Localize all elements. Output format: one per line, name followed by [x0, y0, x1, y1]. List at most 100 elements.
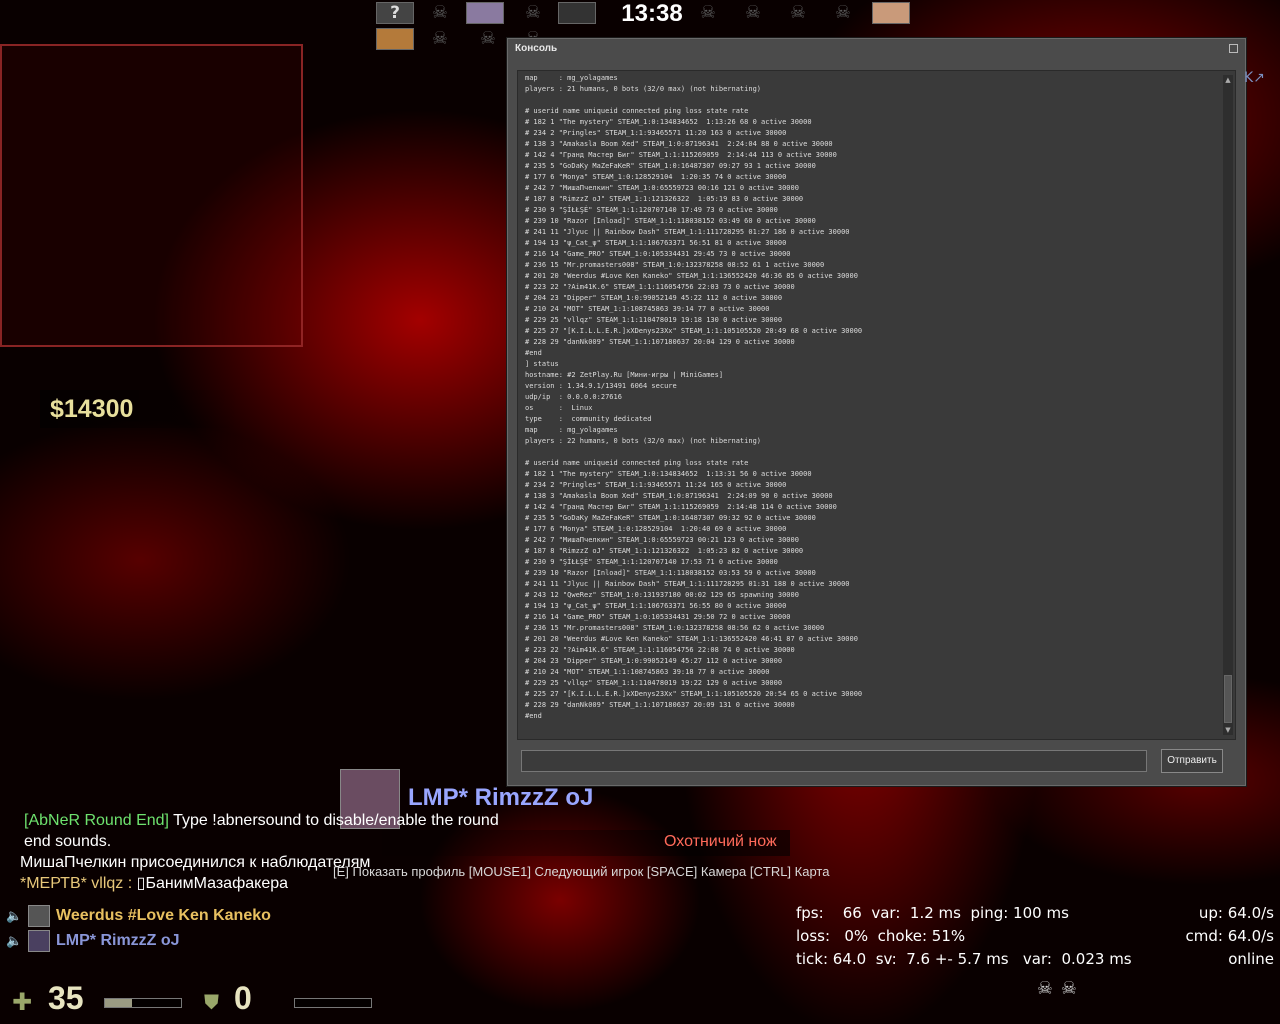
spectated-player-name: LMP* RimzzZ oJ — [408, 784, 594, 811]
skull-icon: ☠ — [524, 2, 542, 23]
console-line: #end — [525, 349, 542, 357]
console-line: # 228 29 "danNk009" STEAM_1:1:107180637 … — [525, 701, 795, 709]
scroll-up-icon[interactable]: ▲ — [1223, 75, 1233, 85]
skull-icon: ☠ — [744, 2, 762, 23]
console-command-input[interactable] — [521, 750, 1147, 772]
console-line: # 187 8 "RimzzZ oJ" STEAM_1:1:121326322 … — [525, 195, 804, 203]
netgraph-status: online — [1228, 950, 1274, 968]
player-avatar — [466, 2, 504, 24]
armor-value: 0 — [234, 980, 252, 1016]
console-line: # 201 20 "Weerdus #Love Ken Kaneko" STEA… — [525, 272, 858, 280]
maximize-icon[interactable] — [1229, 44, 1238, 53]
console-line: # 236 15 "Mr.promasters008" STEAM_1:0:13… — [525, 624, 825, 632]
unknown-avatar-label: ? — [390, 3, 400, 23]
chat-text: ▯БанимМазафакера — [136, 875, 289, 892]
player-avatar — [558, 2, 596, 24]
console-line: map : mg_yolagames — [525, 74, 618, 82]
console-line: # 230 9 "ŞİŁŁŞĖ" STEAM_1:1:120707140 17:… — [525, 206, 778, 214]
console-line: # 201 20 "Weerdus #Love Ken Kaneko" STEA… — [525, 635, 858, 643]
console-line: udp/ip : 0.0.0.0:27616 — [525, 393, 622, 401]
health-bar-fill — [105, 999, 132, 1007]
skull-icon: ☠ — [479, 28, 497, 49]
console-line: # 142 4 "Гранд Мастер Биг" STEAM_1:1:115… — [525, 151, 837, 159]
console-line: # 216 14 "Game_PRO" STEAM_1:0:105334431 … — [525, 613, 791, 621]
console-scrollbar[interactable]: ▲ ▼ — [1223, 75, 1233, 735]
console-line: # 234 2 "Pringles" STEAM_1:1:93465571 11… — [525, 481, 787, 489]
console-line: # 182 1 "The mystery" STEAM_1:0:13483465… — [525, 470, 812, 478]
netgraph-up: up: 64.0/s — [1198, 904, 1274, 922]
voice-speaker-row: 🔈 LMP* RimzzZ oJ — [6, 930, 326, 954]
scroll-thumb[interactable] — [1224, 675, 1232, 723]
console-line: #end — [525, 712, 542, 720]
chat-line: [AbNeR Round End] Type !abnersound to di… — [20, 810, 504, 852]
health-value: 35 — [48, 980, 84, 1016]
console-line: # 204 23 "Dipper" STEAM_1:0:99052149 45:… — [525, 294, 783, 302]
console-line: # 225 27 "[K.I.L.L.E.R.]xXDenys23Xx" STE… — [525, 690, 863, 698]
skull-icon: ☠ — [1036, 978, 1054, 999]
console-line: # 239 10 "Razor [Inload]" STEAM_1:1:1180… — [525, 569, 816, 577]
player-avatar-unknown: ? — [376, 2, 414, 24]
console-line: # userid name uniqueid connected ping lo… — [525, 459, 749, 467]
scroll-down-icon[interactable]: ▼ — [1223, 725, 1233, 735]
console-line: # 142 4 "Гранд Мастер Биг" STEAM_1:1:115… — [525, 503, 837, 511]
console-line: # 194 13 "ψ_Cat_ψ" STEAM_1:1:106763371 5… — [525, 239, 787, 247]
skull-icon: ☠ — [789, 2, 807, 23]
chat-dead-prefix: *МЕРТВ* vllqz : — [20, 875, 137, 892]
avatar — [28, 905, 50, 927]
chat-line: *МЕРТВ* vllqz : ▯БанимМазафакера — [20, 873, 540, 894]
console-window[interactable]: Консоль map : mg_yolagamesplayers : 21 h… — [506, 37, 1247, 787]
avatar — [28, 930, 50, 952]
console-line: # 229 25 "vllqz" STEAM_1:1:110478019 19:… — [525, 679, 783, 687]
console-line: # 242 7 "МишаПчелкин" STEAM_1:0:65559723… — [525, 184, 799, 192]
console-line: # 230 9 "ŞİŁŁŞĖ" STEAM_1:1:120707140 17:… — [525, 558, 778, 566]
console-line: # 210 24 "MOT" STEAM_1:1:108745863 39:18… — [525, 668, 770, 676]
send-button[interactable]: Отправить — [1161, 749, 1223, 773]
console-line: # 236 15 "Mr.promasters008" STEAM_1:0:13… — [525, 261, 825, 269]
console-line: os : Linux — [525, 404, 593, 412]
chat-line: МишаПчелкин присоединился к наблюдателям — [20, 854, 371, 871]
console-output[interactable]: map : mg_yolagamesplayers : 21 humans, 0… — [517, 70, 1236, 740]
console-line: # 177 6 "Monya" STEAM_1:0:128529104 1:20… — [525, 525, 787, 533]
console-line: # 234 2 "Pringles" STEAM_1:1:93465571 11… — [525, 129, 787, 137]
console-line: # 241 11 "Jlyuc || Rainbow Dash" STEAM_1… — [525, 580, 850, 588]
console-title: Консоль — [515, 43, 558, 54]
player-avatar — [872, 2, 910, 24]
voice-player-name: LMP* RimzzZ oJ — [56, 932, 180, 949]
console-line: hostname: #2 ZetPlay.Ru [Мини-игры | Min… — [525, 371, 724, 379]
netgraph-line: tick: 64.0 sv: 7.6 +- 5.7 ms var: 0.023 … — [796, 950, 1132, 968]
skull-icon: ☠ — [431, 2, 449, 23]
console-line: # 239 10 "Razor [Inload]" STEAM_1:1:1180… — [525, 217, 816, 225]
console-line: # 204 23 "Dipper" STEAM_1:0:99052149 45:… — [525, 657, 783, 665]
console-line: # 235 5 "GoDaKy MaZeFaKeR" STEAM_1:0:164… — [525, 162, 816, 170]
console-line: # 138 3 "Amakasla Boom Xed" STEAM_1:0:87… — [525, 492, 833, 500]
console-line: # 182 1 "The mystery" STEAM_1:0:13483465… — [525, 118, 812, 126]
netgraph-line: loss: 0% choke: 51% — [796, 927, 966, 945]
player-avatar — [376, 28, 414, 50]
console-line: players : 21 humans, 0 bots (32/0 max) (… — [525, 85, 762, 93]
netgraph-line: fps: 66 var: 1.2 ms ping: 100 ms — [796, 904, 1069, 922]
console-line: # 223 22 "?Aim41K.6" STEAM_1:1:116054756… — [525, 283, 795, 291]
voice-player-name: Weerdus #Love Ken Kaneko — [56, 907, 271, 924]
round-timer: 13:38 — [621, 0, 683, 27]
shield-icon: ⛊ — [204, 990, 219, 1014]
spectated-weapon: Охотничий нож — [664, 833, 777, 850]
console-line: # 177 6 "Monya" STEAM_1:0:128529104 1:20… — [525, 173, 787, 181]
chat-tag: [AbNeR Round End] — [24, 812, 169, 829]
console-line: # 187 8 "RimzzZ oJ" STEAM_1:1:121326322 … — [525, 547, 804, 555]
console-line: players : 22 humans, 0 bots (32/0 max) (… — [525, 437, 762, 445]
skull-icon: ☠ — [834, 2, 852, 23]
console-line: # 223 22 "?Aim41K.6" STEAM_1:1:116054756… — [525, 646, 795, 654]
voice-speaker-row: 🔈 Weerdus #Love Ken Kaneko — [6, 905, 326, 929]
netgraph-cmd: cmd: 64.0/s — [1185, 927, 1274, 945]
console-line: # 138 3 "Amakasla Boom Xed" STEAM_1:0:87… — [525, 140, 833, 148]
console-line: ] status — [525, 360, 559, 368]
armor-bar — [294, 998, 372, 1008]
console-line: # 225 27 "[K.I.L.L.E.R.]xXDenys23Xx" STE… — [525, 327, 863, 335]
console-line: # 216 14 "Game_PRO" STEAM_1:0:105334431 … — [525, 250, 791, 258]
console-line: # 194 13 "ψ_Cat_ψ" STEAM_1:1:106763371 5… — [525, 602, 787, 610]
console-line: # 243 12 "QweRez" STEAM_1:0:131937180 00… — [525, 591, 799, 599]
radar-minimap — [0, 44, 303, 347]
console-line: # 241 11 "Jlyuc || Rainbow Dash" STEAM_1… — [525, 228, 850, 236]
money-display: $14300 — [40, 390, 240, 428]
